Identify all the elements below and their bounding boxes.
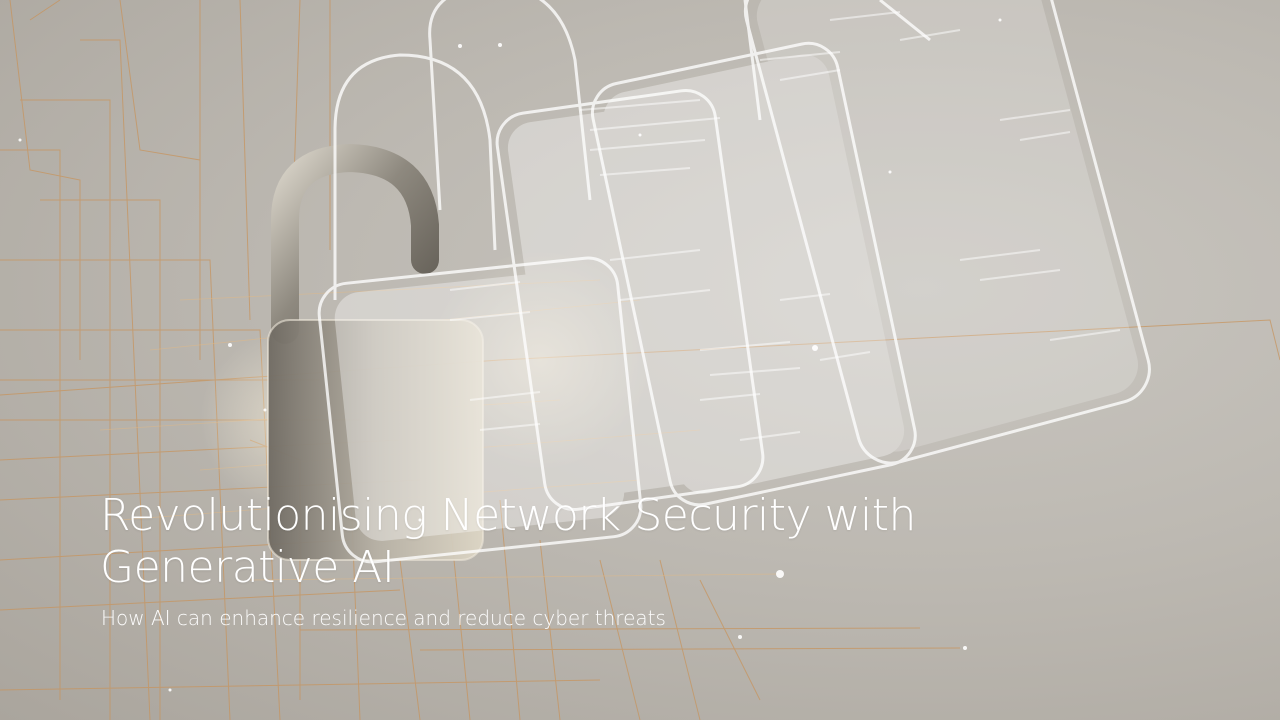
slide-subtitle: How AI can enhance resilience and reduce… — [101, 606, 666, 630]
slide-title: Revolutionising Network Security with Ge… — [100, 490, 916, 593]
presentation-slide: Revolutionising Network Security with Ge… — [0, 0, 1280, 720]
